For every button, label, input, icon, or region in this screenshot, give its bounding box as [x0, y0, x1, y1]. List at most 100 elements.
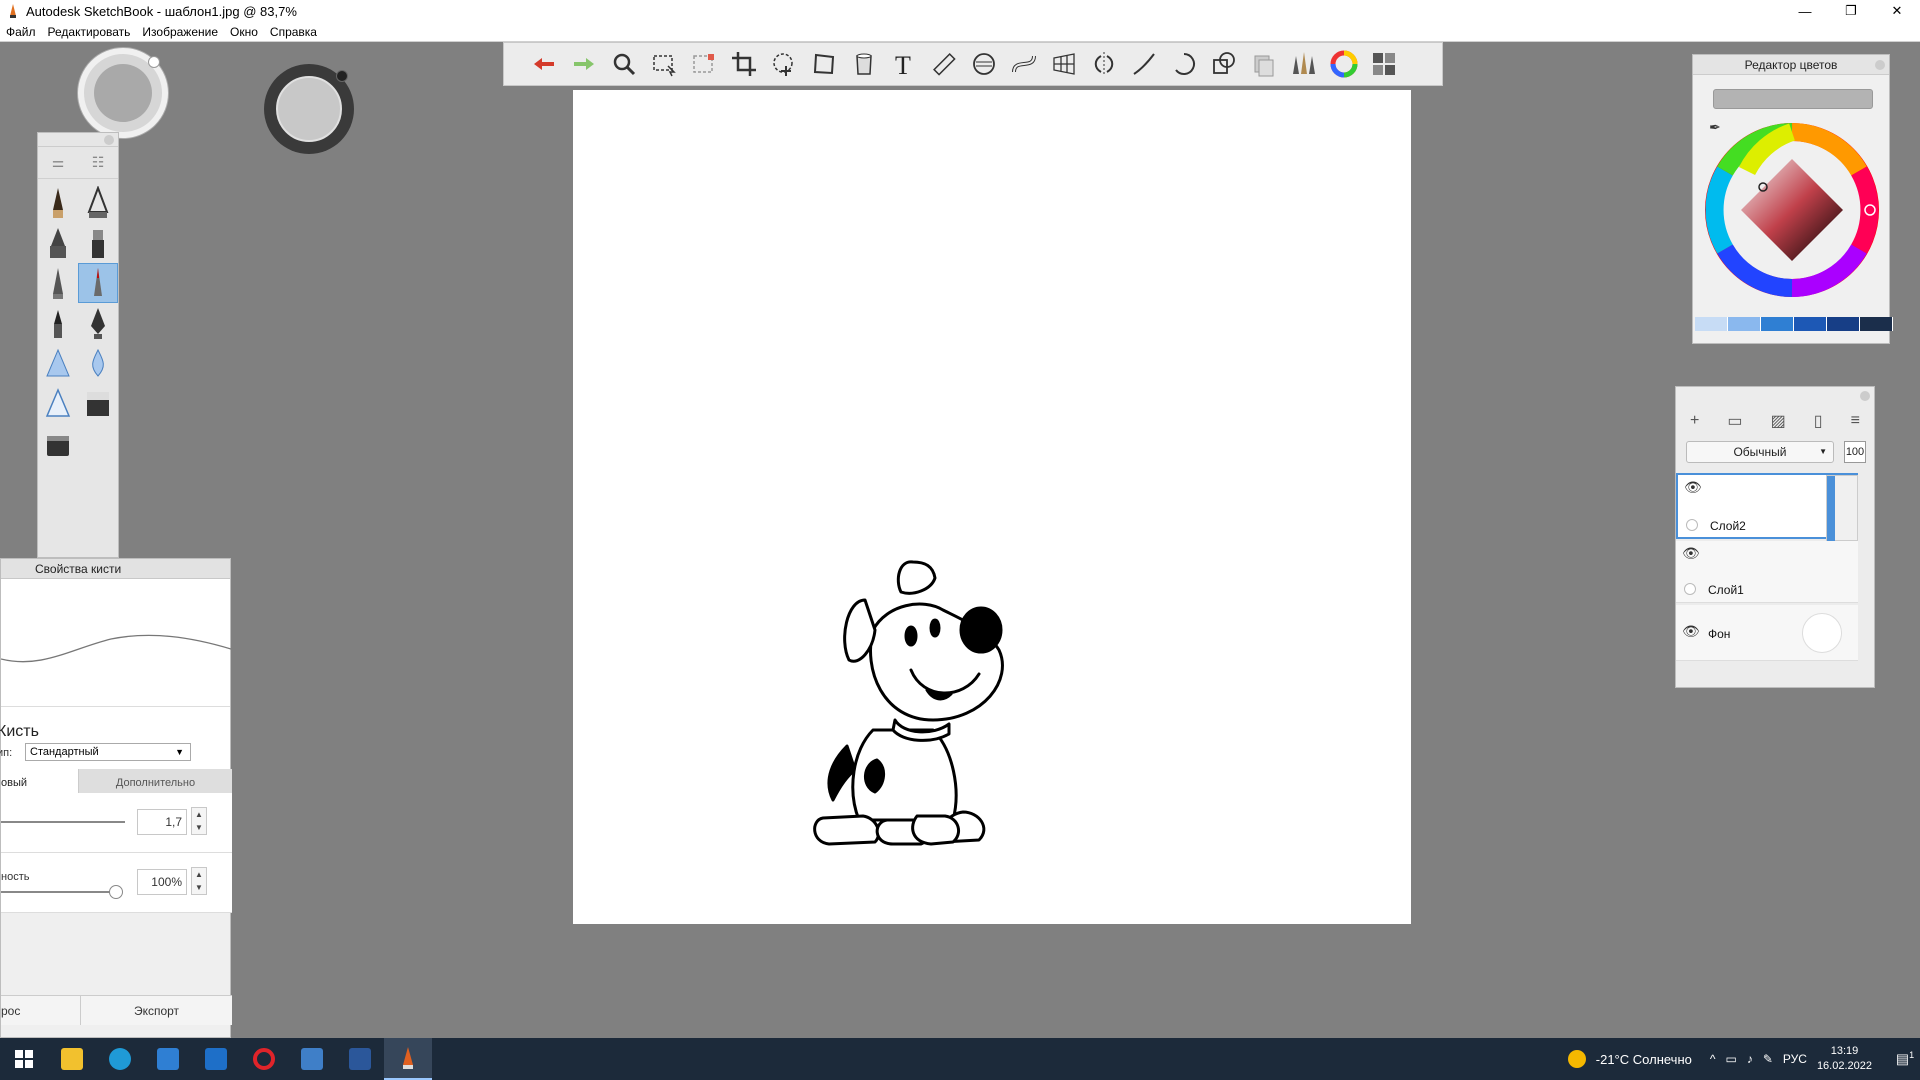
export-button[interactable]: Экспорт	[81, 996, 232, 1025]
color-editor-close-icon[interactable]	[1875, 60, 1885, 70]
layers-close-icon[interactable]	[1860, 391, 1870, 401]
language-indicator[interactable]: РУС	[1783, 1052, 1807, 1066]
reset-button[interactable]: рос	[1, 996, 81, 1025]
layer-lock-toggle[interactable]	[1686, 519, 1698, 531]
copy-icon[interactable]	[1244, 44, 1284, 84]
opacity-stepper[interactable]: ▲ ▼	[191, 867, 207, 895]
text-icon[interactable]: T	[884, 44, 924, 84]
swatch-6[interactable]	[1860, 317, 1893, 331]
blend-mode-select[interactable]: Обычный ▼	[1686, 441, 1834, 463]
eye-icon[interactable]: 👁	[1684, 479, 1702, 496]
size-stepper[interactable]: ▲ ▼	[191, 807, 207, 835]
maximize-button[interactable]: ❐	[1828, 0, 1874, 22]
mail-icon[interactable]	[192, 1038, 240, 1080]
color-wheel-icon[interactable]	[1324, 44, 1364, 84]
brushes-icon[interactable]	[1284, 44, 1324, 84]
start-icon[interactable]	[0, 1038, 48, 1080]
add-layer-icon[interactable]: +	[1690, 412, 1699, 430]
opera-icon[interactable]	[240, 1038, 288, 1080]
redo-icon[interactable]	[564, 44, 604, 84]
airbrush-icon[interactable]	[78, 183, 118, 223]
smudge-icon[interactable]	[38, 343, 78, 383]
circle-icon[interactable]	[1164, 44, 1204, 84]
tab-basic[interactable]: овый	[1, 769, 79, 795]
undo-icon[interactable]	[524, 44, 564, 84]
eye-icon[interactable]: 👁	[1682, 545, 1700, 562]
close-button[interactable]: ✕	[1874, 0, 1920, 22]
clock[interactable]: 13:19 16.02.2022	[1817, 1044, 1872, 1074]
palette-close-icon[interactable]	[104, 135, 114, 145]
layer-row[interactable]: 👁 Фон	[1676, 605, 1858, 661]
minimize-button[interactable]: —	[1782, 0, 1828, 22]
eraser-icon[interactable]	[78, 383, 118, 423]
panels-icon[interactable]	[1364, 44, 1404, 84]
background-color-swatch[interactable]	[1802, 613, 1842, 653]
transform-select-icon[interactable]	[684, 44, 724, 84]
opacity-slider[interactable]	[1, 891, 111, 893]
lasso-icon[interactable]	[764, 44, 804, 84]
ellipse-guide-icon[interactable]	[964, 44, 1004, 84]
weather-widget[interactable]: -21°C Солнечно	[1567, 1050, 1692, 1068]
layer-row[interactable]: 👁 Слой1	[1676, 541, 1858, 603]
zoom-icon[interactable]	[604, 44, 644, 84]
distort-icon[interactable]	[804, 44, 844, 84]
layer-lock-toggle[interactable]	[1684, 583, 1696, 595]
chisel-marker-icon[interactable]	[78, 223, 118, 263]
explorer-icon[interactable]	[48, 1038, 96, 1080]
swatch-4[interactable]	[1794, 317, 1827, 331]
triangle-icon[interactable]	[38, 383, 78, 423]
menu-help[interactable]: Справка	[270, 25, 317, 39]
hard-eraser-icon[interactable]	[38, 423, 78, 463]
blur-icon[interactable]	[78, 343, 118, 383]
menu-edit[interactable]: Редактировать	[48, 25, 131, 39]
library-icon[interactable]: ☷	[92, 154, 105, 171]
crop-icon[interactable]	[724, 44, 764, 84]
pencil-icon[interactable]	[38, 183, 78, 223]
swatch-2[interactable]	[1728, 317, 1761, 331]
select-icon[interactable]	[644, 44, 684, 84]
sliders-icon[interactable]: ⚌	[52, 154, 65, 171]
brush-icon[interactable]	[38, 303, 78, 343]
brush-puck-color[interactable]	[264, 64, 354, 154]
swatch-5[interactable]	[1827, 317, 1860, 331]
opacity-input[interactable]: 100%	[137, 869, 187, 895]
symmetry-icon[interactable]	[1084, 44, 1124, 84]
ruler-icon[interactable]	[924, 44, 964, 84]
type-select[interactable]: Стандартный ▼	[25, 743, 191, 761]
word-icon[interactable]	[336, 1038, 384, 1080]
marker-icon[interactable]	[38, 223, 78, 263]
pen-tray-icon[interactable]: ✎	[1763, 1052, 1773, 1066]
network-icon[interactable]: ▭	[1726, 1052, 1737, 1066]
volume-icon[interactable]: ♪	[1747, 1052, 1753, 1066]
swatch-1[interactable]	[1695, 317, 1728, 331]
menu-icon[interactable]: ≡	[1851, 412, 1860, 430]
drawing-canvas[interactable]	[573, 90, 1411, 924]
edge-icon[interactable]	[96, 1038, 144, 1080]
current-color-swatch[interactable]	[1713, 89, 1873, 109]
curve-icon[interactable]	[1004, 44, 1044, 84]
chevron-up-icon[interactable]: ^	[1710, 1052, 1716, 1066]
photos-icon[interactable]	[288, 1038, 336, 1080]
image-icon[interactable]: ▨	[1771, 411, 1786, 431]
pen-icon[interactable]	[38, 263, 78, 303]
menu-window[interactable]: Окно	[230, 25, 258, 39]
eye-icon[interactable]: 👁	[1682, 623, 1700, 640]
folder-icon[interactable]: ▭	[1727, 411, 1742, 431]
menu-file[interactable]: Файл	[6, 25, 36, 39]
color-wheel[interactable]	[1703, 121, 1881, 299]
perspective-icon[interactable]	[1044, 44, 1084, 84]
fill-icon[interactable]	[844, 44, 884, 84]
size-slider[interactable]	[1, 821, 125, 823]
notification-icon[interactable]: ▤1	[1890, 1050, 1920, 1068]
line-icon[interactable]	[1124, 44, 1164, 84]
store-icon[interactable]	[144, 1038, 192, 1080]
layer-opacity-input[interactable]: 100	[1844, 441, 1866, 463]
swatch-3[interactable]	[1761, 317, 1794, 331]
shapes-icon[interactable]	[1204, 44, 1244, 84]
brush-puck-size[interactable]	[78, 48, 168, 138]
opacity-slider-knob[interactable]	[109, 885, 123, 899]
ballpoint-icon[interactable]	[78, 263, 118, 303]
trash-icon[interactable]: ▯	[1814, 411, 1823, 431]
ink-pen-icon[interactable]	[78, 303, 118, 343]
sketchbook-icon[interactable]	[384, 1038, 432, 1080]
